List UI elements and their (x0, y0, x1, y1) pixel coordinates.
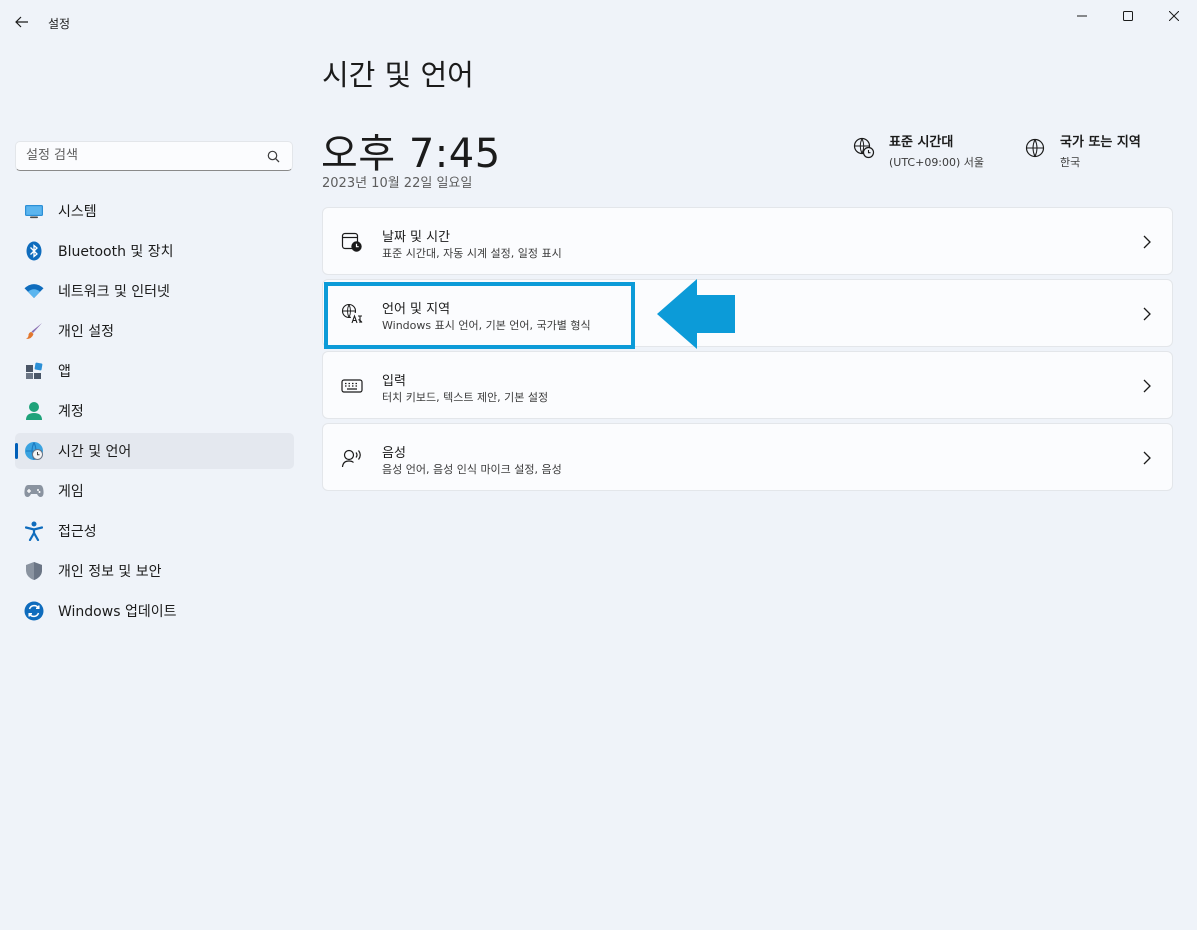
language-icon (341, 303, 363, 324)
timezone-info: 표준 시간대 (UTC+09:00) 서울 (853, 131, 984, 170)
sidebar-item-system[interactable]: 시스템 (15, 193, 294, 229)
region-info: 국가 또는 지역 한국 (1024, 131, 1141, 170)
speech-icon (341, 449, 361, 468)
card-title: 입력 (382, 374, 406, 389)
region-title: 국가 또는 지역 (1060, 135, 1141, 150)
timezone-globe-icon (853, 137, 875, 159)
settings-search-box[interactable] (15, 141, 293, 171)
sidebar-item-label: 개인 정보 및 보안 (58, 564, 162, 580)
date-time-card[interactable]: 날짜 및 시간 표준 시간대, 자동 시계 설정, 일정 표시 (322, 207, 1173, 275)
update-icon (24, 601, 44, 621)
active-indicator (15, 443, 18, 459)
sidebar-item-label: 시스템 (58, 204, 97, 220)
brush-icon (24, 321, 44, 341)
page-title: 시간 및 언어 (322, 58, 474, 92)
minimize-button[interactable] (1059, 0, 1105, 32)
sidebar-item-label: 접근성 (58, 524, 97, 540)
maximize-icon (1123, 11, 1133, 21)
chevron-right-icon (1143, 451, 1151, 465)
region-value: 한국 (1060, 156, 1081, 169)
back-arrow-icon (15, 16, 28, 28)
sidebar-item-label: Windows 업데이트 (58, 604, 177, 620)
card-title: 날짜 및 시간 (382, 230, 451, 245)
sidebar-item-label: 계정 (58, 404, 84, 420)
minimize-icon (1077, 15, 1087, 17)
close-icon (1169, 11, 1179, 21)
sidebar-item-network[interactable]: 네트워크 및 인터넷 (15, 273, 294, 309)
sidebar-item-label: 개인 설정 (58, 324, 114, 340)
card-title: 언어 및 지역 (382, 302, 451, 317)
card-title: 음성 (382, 446, 406, 461)
chevron-right-icon (1143, 379, 1151, 393)
calendar-clock-icon (341, 232, 362, 252)
search-input[interactable] (26, 148, 256, 163)
sidebar-item-gaming[interactable]: 게임 (15, 473, 294, 509)
maximize-button[interactable] (1105, 0, 1151, 32)
current-date: 2023년 10월 22일 일요일 (322, 176, 473, 191)
back-button[interactable] (8, 8, 36, 36)
card-subtitle: Windows 표시 언어, 기본 언어, 국가별 형식 (382, 319, 591, 332)
language-region-card[interactable]: 언어 및 지역 Windows 표시 언어, 기본 언어, 국가별 형식 (322, 279, 1173, 347)
card-subtitle: 음성 언어, 음성 인식 마이크 설정, 음성 (382, 463, 562, 476)
sidebar-item-label: 앱 (58, 364, 71, 380)
typing-card[interactable]: 입력 터치 키보드, 텍스트 제안, 기본 설정 (322, 351, 1173, 419)
system-icon (24, 201, 44, 221)
bluetooth-icon (24, 241, 44, 261)
apps-icon (24, 361, 44, 381)
chevron-right-icon (1143, 235, 1151, 249)
sidebar-item-accessibility[interactable]: 접근성 (15, 513, 294, 549)
sidebar-item-label: 게임 (58, 484, 84, 500)
sidebar-item-label: Bluetooth 및 장치 (58, 244, 174, 260)
accessibility-icon (24, 521, 44, 541)
card-subtitle: 터치 키보드, 텍스트 제안, 기본 설정 (382, 391, 549, 404)
sidebar-item-label: 네트워크 및 인터넷 (58, 284, 170, 300)
sidebar-item-apps[interactable]: 앱 (15, 353, 294, 389)
shield-icon (24, 561, 44, 581)
sidebar-item-accounts[interactable]: 계정 (15, 393, 294, 429)
sidebar-item-personalization[interactable]: 개인 설정 (15, 313, 294, 349)
card-subtitle: 표준 시간대, 자동 시계 설정, 일정 표시 (382, 247, 562, 260)
left-arrow-annotation-icon (657, 279, 735, 349)
current-time: 오후 7:45 (321, 131, 501, 177)
keyboard-icon (341, 379, 363, 393)
app-title: 설정 (48, 17, 71, 31)
speech-card[interactable]: 음성 음성 언어, 음성 인식 마이크 설정, 음성 (322, 423, 1173, 491)
sidebar-nav: 시스템 Bluetooth 및 장치 네트워크 및 인터넷 개인 설정 앱 계정 (15, 193, 294, 633)
globe-icon (1025, 138, 1045, 158)
chevron-right-icon (1143, 307, 1151, 321)
timezone-title: 표준 시간대 (889, 135, 954, 150)
time-language-icon (24, 441, 44, 461)
sidebar-item-label: 시간 및 언어 (58, 444, 132, 460)
close-button[interactable] (1151, 0, 1197, 32)
sidebar-item-privacy[interactable]: 개인 정보 및 보안 (15, 553, 294, 589)
sidebar-item-bluetooth[interactable]: Bluetooth 및 장치 (15, 233, 294, 269)
title-bar: 설정 (0, 0, 1197, 44)
sidebar-item-windows-update[interactable]: Windows 업데이트 (15, 593, 294, 629)
sidebar-item-time-language[interactable]: 시간 및 언어 (15, 433, 294, 469)
wifi-icon (24, 281, 44, 301)
search-icon[interactable] (267, 150, 280, 163)
account-icon (24, 401, 44, 421)
timezone-value: (UTC+09:00) 서울 (889, 156, 985, 169)
gamepad-icon (24, 481, 44, 501)
